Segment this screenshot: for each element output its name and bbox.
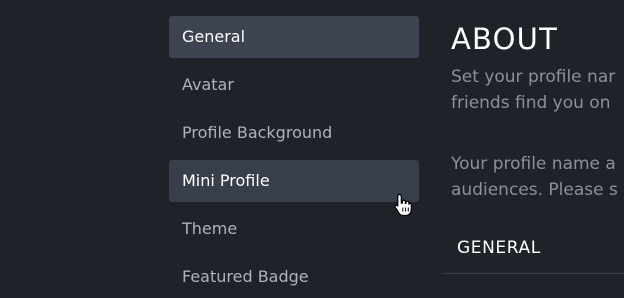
sidebar-item-profile-background[interactable]: Profile Background [169, 112, 419, 154]
sidebar-item-theme[interactable]: Theme [169, 208, 419, 250]
profile-edit-page: General Avatar Profile Background Mini P… [0, 0, 624, 298]
sidebar-item-featured-badge[interactable]: Featured Badge [169, 256, 419, 298]
sidebar-item-avatar[interactable]: Avatar [169, 64, 419, 106]
sidebar-item-general[interactable]: General [169, 16, 419, 58]
intro-text: Set your profile nar friends find you on [451, 64, 624, 116]
page-title: ABOUT [451, 22, 558, 56]
note-text: Your profile name a audiences. Please s [451, 151, 624, 203]
note-line-1: Your profile name a [451, 154, 616, 174]
general-section-header: GENERAL [443, 230, 624, 274]
intro-line-2: friends find you on [451, 93, 611, 113]
sidebar-item-mini-profile[interactable]: Mini Profile [169, 160, 419, 202]
note-line-2: audiences. Please s [451, 180, 618, 200]
section-header-label: GENERAL [457, 238, 541, 258]
intro-line-1: Set your profile nar [451, 67, 616, 87]
hand-pointer-icon [394, 193, 412, 217]
sidebar-nav: General Avatar Profile Background Mini P… [169, 16, 419, 298]
